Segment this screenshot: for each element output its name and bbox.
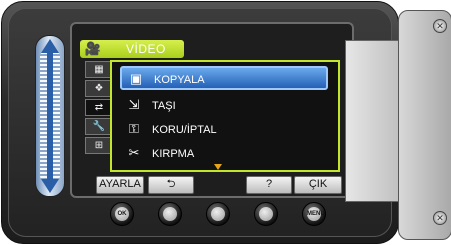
zoom-slider[interactable] xyxy=(35,35,65,197)
button-cap xyxy=(163,207,177,221)
slider-up-arrow-icon xyxy=(41,39,59,53)
hw-button-2[interactable] xyxy=(158,202,182,226)
exit-button[interactable]: ÇIK xyxy=(294,176,342,194)
scroll-down-arrow-icon[interactable] xyxy=(214,164,222,170)
screw-icon: ✕ xyxy=(433,19,447,33)
key-icon: ⚿ xyxy=(129,121,139,136)
screw-icon: ✕ xyxy=(433,211,447,225)
lcd-screen: 🎥 VİDEO ▦ ❖ ⇄ 🔧 ⊞ ▣ KOPYALA ⇲ TAŞI ⚿ KOR… xyxy=(70,22,354,198)
lcd-door: ✕ ✕ xyxy=(398,10,451,240)
menu-panel: ▣ KOPYALA ⇲ TAŞI ⚿ KORU/İPTAL ✂ KIRPMA xyxy=(110,60,340,172)
menu-item-tasi[interactable]: ⇲ TAŞI xyxy=(120,94,328,118)
menu-header: 🎥 VİDEO xyxy=(80,40,184,58)
move-icon: ⇲ xyxy=(128,97,140,112)
menu-item-koru-iptal[interactable]: ⚿ KORU/İPTAL xyxy=(120,118,328,142)
menu-item-label: TAŞI xyxy=(152,100,176,112)
slider-shaft xyxy=(47,53,53,179)
header-title: VİDEO xyxy=(126,42,166,56)
back-button[interactable]: ⮌ xyxy=(148,176,194,194)
ok-button[interactable]: OK xyxy=(110,202,134,226)
hardware-buttons: OK MENU xyxy=(110,202,326,226)
menu-button[interactable]: MENU xyxy=(302,202,326,226)
screen-hinge xyxy=(345,40,405,202)
button-cap xyxy=(259,207,273,221)
menu-label: MENU xyxy=(307,207,325,221)
scenes-icon[interactable]: ❖ xyxy=(85,80,113,97)
menu-item-kirpma[interactable]: ✂ KIRPMA xyxy=(120,142,328,166)
ok-label: OK xyxy=(115,207,129,221)
slider-down-arrow-icon xyxy=(41,179,59,193)
menu-item-label: KOPYALA xyxy=(154,74,205,86)
menu-item-label: KIRPMA xyxy=(152,148,195,160)
trim-icon: ✂ xyxy=(128,145,140,160)
wrench-icon[interactable]: 🔧 xyxy=(85,118,113,135)
copy-icon: ▣ xyxy=(129,71,143,86)
softkey-bar: AYARLA ⮌ ? ÇIK xyxy=(96,176,342,194)
help-button[interactable]: ? xyxy=(246,176,292,194)
set-button[interactable]: AYARLA xyxy=(96,176,144,194)
hw-button-4[interactable] xyxy=(254,202,278,226)
video-camera-icon: 🎥 xyxy=(84,41,102,56)
menu-item-label: KORU/İPTAL xyxy=(152,124,217,136)
copy-tab-icon[interactable]: ⇄ xyxy=(85,99,113,116)
hw-button-3[interactable] xyxy=(206,202,230,226)
side-tabs: ▦ ❖ ⇄ 🔧 ⊞ xyxy=(85,61,113,156)
button-cap xyxy=(211,207,225,221)
grid-icon[interactable]: ▦ xyxy=(85,61,113,78)
plus-box-icon[interactable]: ⊞ xyxy=(85,137,113,154)
menu-item-kopyala[interactable]: ▣ KOPYALA xyxy=(120,66,328,90)
